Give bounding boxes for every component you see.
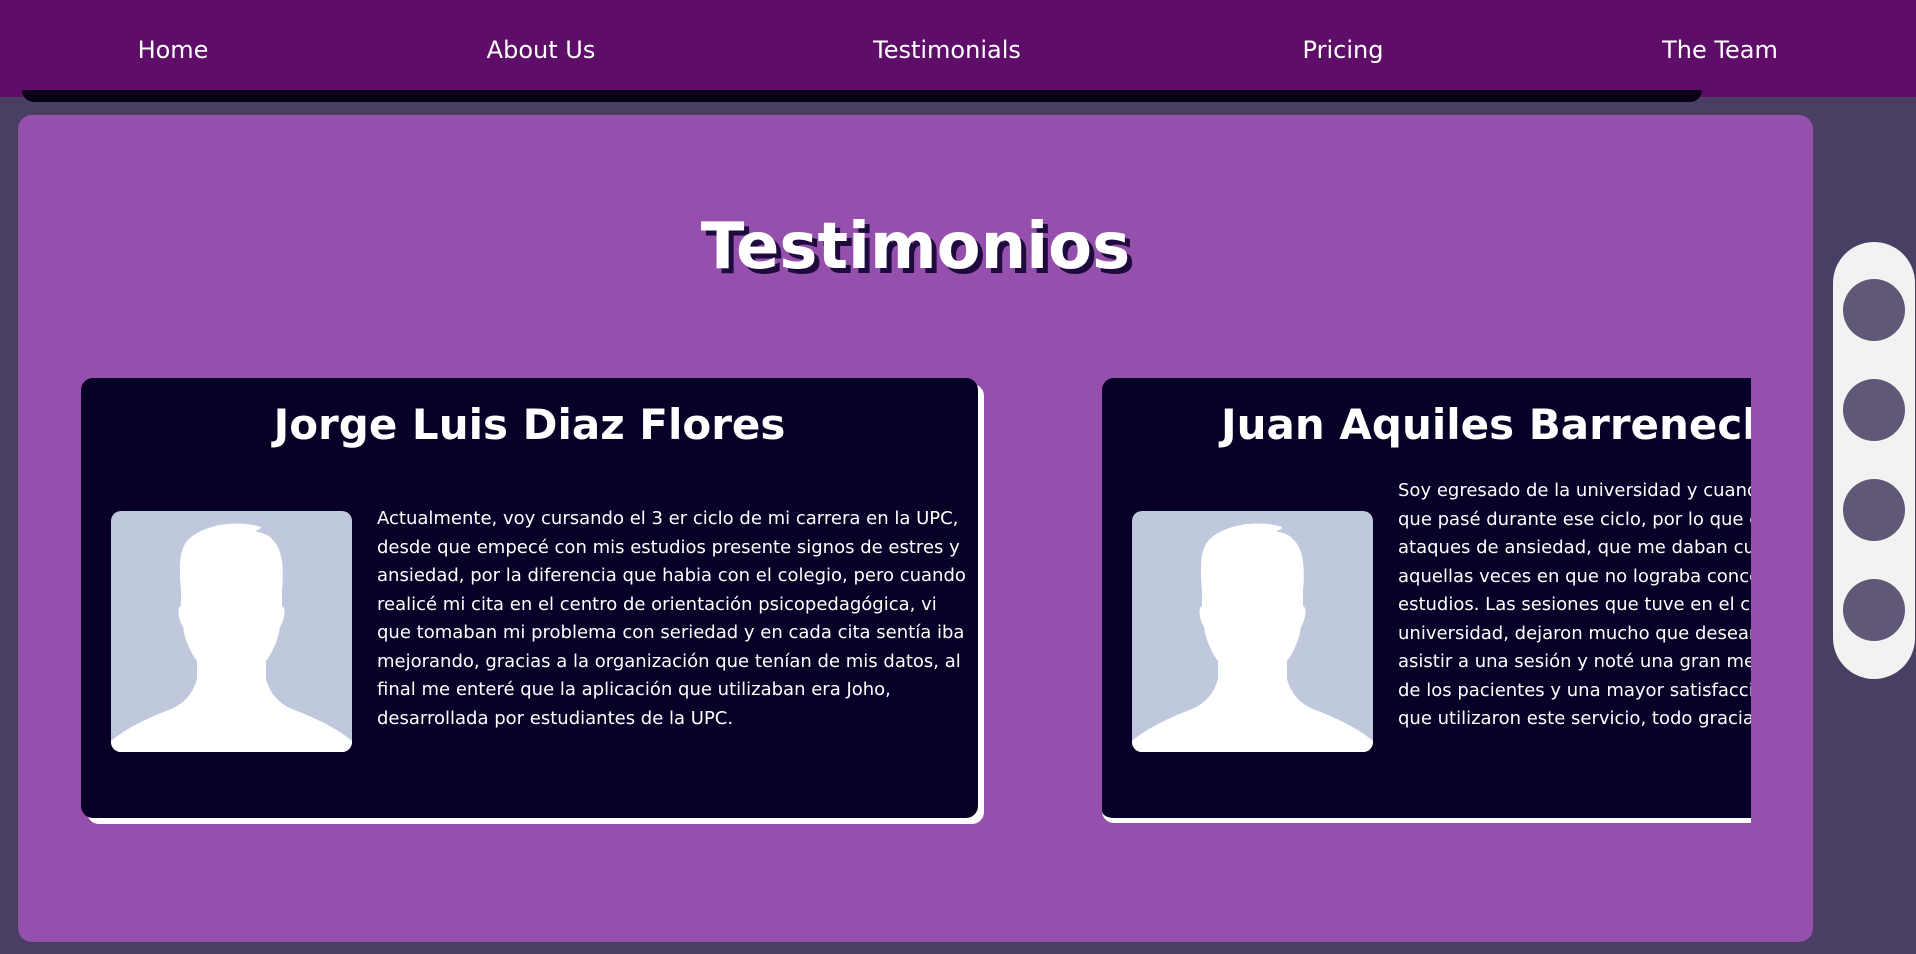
nav-underline xyxy=(22,90,1702,102)
top-navigation-bar: Home About Us Testimonials Pricing The T… xyxy=(0,0,1916,97)
testimonial-author-name: Jorge Luis Diaz Flores xyxy=(273,400,786,449)
testimonial-carousel: Jorge Luis Diaz Flores Actualmente, voy … xyxy=(18,115,1751,942)
person-silhouette-icon xyxy=(111,511,352,752)
carousel-pagination xyxy=(1833,242,1915,679)
testimonial-text: Actualmente, voy cursando el 3 er ciclo … xyxy=(377,508,966,729)
testimonial-card: Jorge Luis Diaz Flores Actualmente, voy … xyxy=(81,378,978,818)
testimonials-section: Testimonios Jorge Luis Diaz Flores Actua… xyxy=(18,115,1813,942)
testimonial-card: Juan Aquiles Barrenecheα Soy egresado de… xyxy=(1102,378,1751,823)
nav-item-testimonials[interactable]: Testimonials xyxy=(873,36,1021,64)
carousel-dot-2[interactable] xyxy=(1843,379,1905,441)
nav-item-pricing[interactable]: Pricing xyxy=(1303,36,1384,64)
testimonial-author-name: Juan Aquiles Barrenecheα xyxy=(1221,400,1751,449)
nav-item-the-team[interactable]: The Team xyxy=(1662,36,1778,64)
carousel-dot-4[interactable] xyxy=(1843,579,1905,641)
testimonial-text: Soy egresado de la universidad y cuando … xyxy=(1398,480,1751,729)
nav-item-home[interactable]: Home xyxy=(138,36,209,64)
carousel-dot-1[interactable] xyxy=(1843,279,1905,341)
carousel-dot-3[interactable] xyxy=(1843,479,1905,541)
nav-item-about-us[interactable]: About Us xyxy=(487,36,596,64)
person-silhouette-icon xyxy=(1132,511,1373,752)
